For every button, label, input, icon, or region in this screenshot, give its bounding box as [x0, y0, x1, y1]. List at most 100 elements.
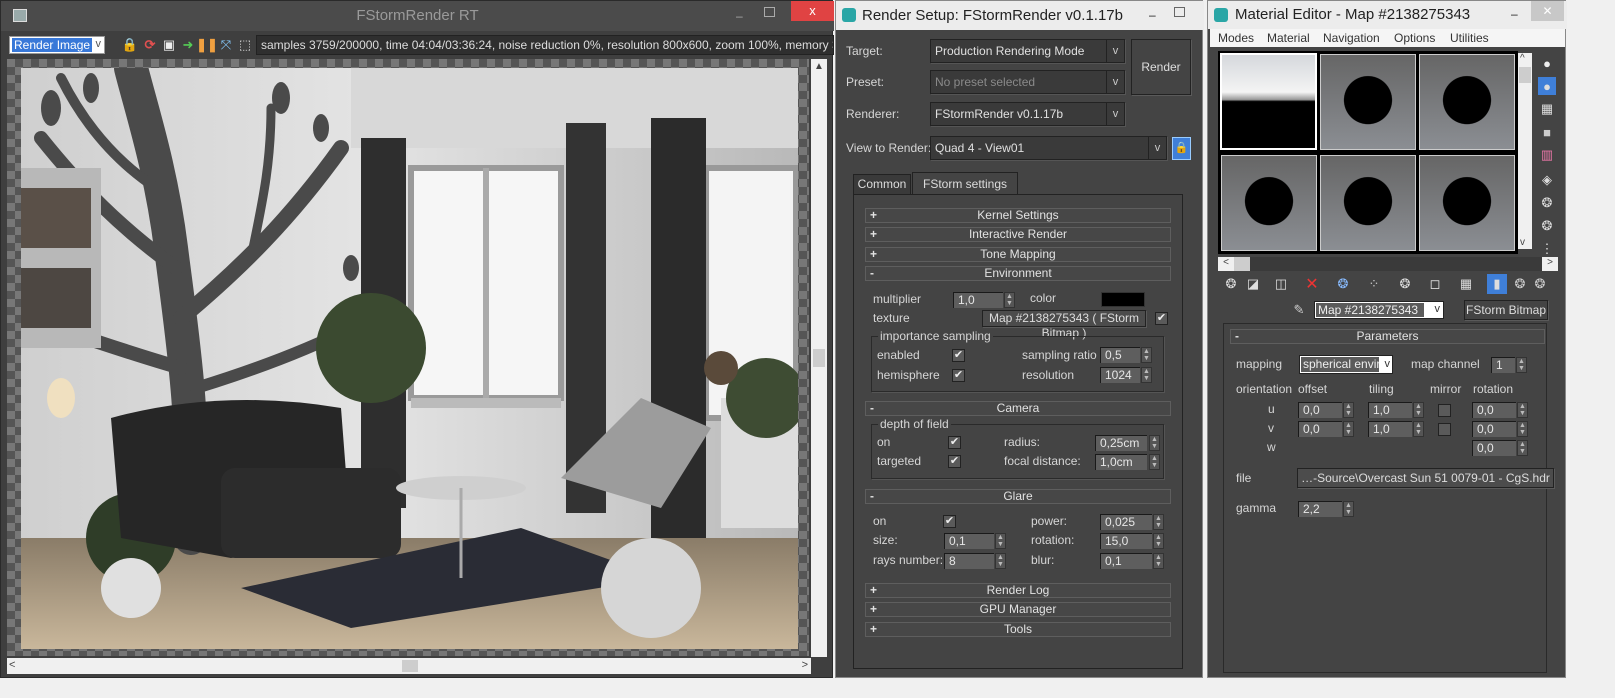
uv-tiling-icon[interactable]: ■ — [1538, 123, 1556, 141]
scroll-down-icon[interactable]: v — [1520, 237, 1525, 248]
scroll-up-icon[interactable]: ▲ — [814, 61, 824, 72]
v-offset-spinner[interactable]: ▲ ▼ — [1343, 421, 1354, 437]
lock-icon[interactable]: 🔒 — [121, 36, 139, 54]
make-unique-icon[interactable]: ⁘ — [1365, 275, 1383, 293]
close-button[interactable]: x — [791, 1, 834, 21]
menu-options[interactable]: Options — [1394, 31, 1435, 45]
go-forward-to-sibling-icon[interactable]: ❂ — [1531, 275, 1549, 293]
u-tiling-spinner[interactable]: ▲ ▼ — [1413, 402, 1424, 418]
focal-distance-spinner[interactable]: ▲ ▼ — [1149, 454, 1160, 470]
texture-enabled-checkbox[interactable]: ✔ — [1155, 312, 1168, 325]
minimize-button[interactable]: – — [736, 9, 743, 23]
get-material-icon[interactable]: ❂ — [1222, 275, 1240, 293]
sample-slot-2[interactable] — [1320, 54, 1416, 150]
lock-view-button[interactable]: 🔒 — [1172, 137, 1191, 160]
assign-to-selection-icon[interactable]: ◫ — [1272, 275, 1290, 293]
tab-common[interactable]: Common — [853, 174, 911, 194]
channel-dropdown[interactable]: Render Image v — [9, 36, 105, 54]
blur-input[interactable]: 0,1 — [1100, 553, 1152, 569]
u-rotation-input[interactable]: 0,0 — [1472, 402, 1516, 418]
render-button[interactable]: Render — [1131, 39, 1191, 95]
texture-map-button[interactable]: Map #2138275343 ( FStorm Bitmap ) — [982, 310, 1146, 340]
radius-input[interactable]: 0,25cm — [1095, 435, 1147, 451]
rollout-interactive-render[interactable]: + Interactive Render — [865, 227, 1171, 242]
sampling-ratio-input[interactable]: 0,5 — [1100, 347, 1140, 363]
gamma-input[interactable]: 2,2 — [1298, 501, 1342, 517]
sample-slot-5[interactable] — [1320, 155, 1416, 251]
rotation-input[interactable]: 15,0 — [1100, 533, 1152, 549]
close-button[interactable]: ✕ — [1531, 1, 1564, 21]
scroll-thumb[interactable] — [1519, 67, 1531, 83]
power-spinner[interactable]: ▲ ▼ — [1153, 514, 1164, 530]
horizontal-scrollbar[interactable]: < > — [7, 658, 811, 674]
refresh-icon[interactable]: ⟳ — [141, 36, 159, 54]
dof-on-checkbox[interactable]: ✔ — [948, 436, 961, 449]
tab-fstorm-settings[interactable]: FStorm settings — [912, 172, 1018, 195]
menu-material[interactable]: Material — [1267, 31, 1310, 45]
go-to-parent-icon[interactable]: ❂ — [1511, 275, 1529, 293]
put-to-library-icon[interactable]: ❂ — [1396, 275, 1414, 293]
minimize-button[interactable]: – — [1511, 7, 1518, 21]
v-offset-input[interactable]: 0,0 — [1298, 421, 1342, 437]
rollout-camera[interactable]: - Camera — [865, 401, 1171, 416]
slots-horizontal-scrollbar[interactable]: < > — [1218, 257, 1558, 271]
sample-slot-3[interactable] — [1419, 54, 1515, 150]
v-rotation-input[interactable]: 0,0 — [1472, 421, 1516, 437]
scroll-thumb[interactable] — [1234, 257, 1250, 271]
u-rotation-spinner[interactable]: ▲ ▼ — [1517, 402, 1528, 418]
put-to-scene-icon[interactable]: ◪ — [1244, 275, 1262, 293]
material-map-navigator-icon[interactable]: ⋮ — [1538, 240, 1556, 258]
show-end-result-icon[interactable]: ▮ — [1487, 274, 1507, 294]
export-icon[interactable]: ➜ — [179, 36, 197, 54]
preset-dropdown[interactable]: No preset selected v — [930, 70, 1125, 94]
resolution-input[interactable]: 1024 — [1100, 367, 1140, 383]
multiplier-input[interactable]: 1,0 — [953, 292, 1003, 308]
make-preview-icon[interactable]: ◈ — [1538, 171, 1556, 189]
mapping-dropdown[interactable]: spherical enviro v — [1299, 355, 1393, 374]
scroll-right-icon[interactable]: > — [1542, 257, 1558, 271]
save-icon[interactable]: ▣ — [160, 36, 178, 54]
sample-slot-6[interactable] — [1419, 155, 1515, 251]
hemisphere-checkbox[interactable]: ✔ — [952, 369, 965, 382]
enabled-checkbox[interactable]: ✔ — [952, 349, 965, 362]
backlight-icon[interactable]: ● — [1538, 77, 1556, 95]
scroll-left-icon[interactable]: < — [1218, 257, 1234, 271]
maximize-button[interactable] — [764, 7, 775, 17]
map-type-button[interactable]: FStorm Bitmap — [1464, 300, 1548, 320]
v-mirror-checkbox[interactable] — [1438, 423, 1451, 436]
scroll-up-icon[interactable]: ^ — [1520, 53, 1525, 64]
scroll-thumb[interactable] — [402, 660, 418, 672]
rollout-kernel-settings[interactable]: + Kernel Settings — [865, 208, 1171, 223]
blur-spinner[interactable]: ▲ ▼ — [1153, 553, 1164, 569]
pause-icon[interactable]: ❚❚ — [196, 36, 218, 54]
size-spinner[interactable]: ▲ ▼ — [995, 533, 1006, 549]
reset-map-icon[interactable]: ✕ — [1303, 275, 1321, 293]
color-swatch[interactable] — [1101, 292, 1145, 307]
w-rotation-spinner[interactable]: ▲ ▼ — [1517, 440, 1528, 456]
scroll-right-icon[interactable]: > — [802, 659, 808, 671]
background-icon[interactable]: ▦ — [1538, 100, 1556, 118]
view-to-render-dropdown[interactable]: Quad 4 - View01 v — [930, 136, 1167, 160]
w-rotation-input[interactable]: 0,0 — [1472, 440, 1516, 456]
sample-slot-4[interactable] — [1221, 155, 1317, 251]
renderer-dropdown[interactable]: FStormRender v0.1.17b v — [930, 102, 1125, 126]
options-icon[interactable]: ❂ — [1538, 194, 1556, 212]
scroll-left-icon[interactable]: < — [9, 659, 15, 671]
sample-slot-1[interactable] — [1220, 53, 1317, 150]
maximize-button[interactable] — [1174, 7, 1185, 17]
rotation-spinner[interactable]: ▲ ▼ — [1153, 533, 1164, 549]
slots-vertical-scrollbar[interactable]: ^ v — [1518, 53, 1532, 249]
minimize-button[interactable]: – — [1149, 8, 1156, 22]
size-input[interactable]: 0,1 — [944, 533, 994, 549]
rollout-parameters[interactable]: - Parameters — [1230, 329, 1545, 344]
rollout-tone-mapping[interactable]: + Tone Mapping — [865, 247, 1171, 262]
select-by-material-icon[interactable]: ❂ — [1538, 217, 1556, 235]
menu-navigation[interactable]: Navigation — [1323, 31, 1380, 45]
scroll-thumb[interactable] — [813, 349, 825, 367]
rollout-tools[interactable]: + Tools — [865, 622, 1171, 637]
v-tiling-spinner[interactable]: ▲ ▼ — [1413, 421, 1424, 437]
sample-type-icon[interactable]: ● — [1538, 54, 1556, 72]
map-channel-spinner[interactable]: ▲ ▼ — [1516, 357, 1527, 373]
multiplier-spinner[interactable]: ▲ ▼ — [1004, 292, 1015, 308]
glare-on-checkbox[interactable]: ✔ — [943, 515, 956, 528]
